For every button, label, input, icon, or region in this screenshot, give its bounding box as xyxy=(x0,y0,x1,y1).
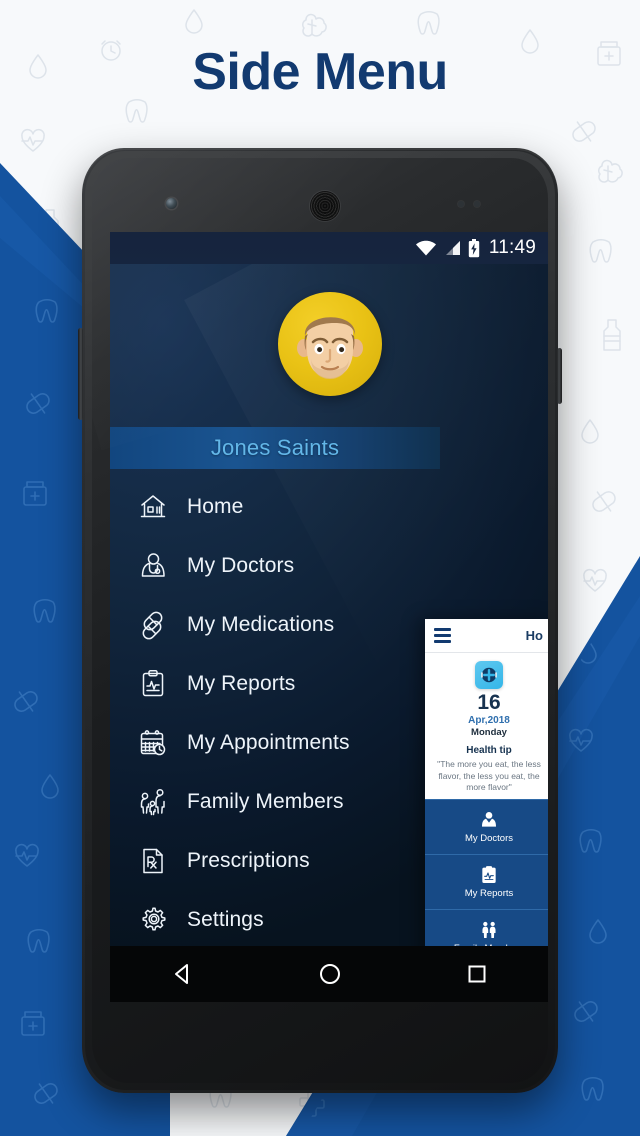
status-bar: 11:49 xyxy=(110,232,548,264)
user-name: Jones Saints xyxy=(210,435,340,460)
preview-app-bar: Ho xyxy=(425,619,548,653)
home-circle-icon[interactable] xyxy=(307,951,353,997)
preview-day-number: 16 xyxy=(477,691,501,714)
family-icon xyxy=(138,787,168,817)
doctor-icon xyxy=(479,810,499,830)
menu-item-label: Home xyxy=(187,494,244,518)
menu-item-label: My Appointments xyxy=(187,730,350,754)
gear-icon xyxy=(138,905,168,935)
wifi-icon xyxy=(415,240,437,256)
menu-item-home[interactable]: Home xyxy=(110,477,548,536)
avatar[interactable] xyxy=(278,292,382,396)
preview-tip-text: "The more you eat, the less flavor, the … xyxy=(437,759,541,792)
avatar-face-icon xyxy=(297,317,363,379)
clipboard-chart-icon xyxy=(138,669,168,699)
prescription-rx-icon xyxy=(138,846,168,876)
preview-card-body: 16 Apr,2018 Monday Health tip "The more … xyxy=(425,653,548,800)
front-camera-icon xyxy=(166,198,177,209)
preview-weekday: Monday xyxy=(471,727,507,739)
status-bar-time: 11:49 xyxy=(488,237,536,258)
capsule-pills-icon xyxy=(138,610,168,640)
preview-tip-heading: Health tip xyxy=(466,745,512,757)
preview-tile-my-reports[interactable]: My Reports xyxy=(425,854,548,910)
page-title: Side Menu xyxy=(192,43,448,101)
phone-mockup: 11:49 Jones Saints Home My Doctors My Me… xyxy=(78,148,562,1093)
preview-app-title: Ho xyxy=(525,628,543,643)
volume-rocker-button[interactable] xyxy=(78,328,83,420)
phone-glass: 11:49 Jones Saints Home My Doctors My Me… xyxy=(92,158,548,1083)
battery-charging-icon xyxy=(468,238,480,258)
menu-item-label: Family Members xyxy=(187,789,344,813)
menu-item-label: My Medications xyxy=(187,612,335,636)
calendar-clock-icon xyxy=(138,728,168,758)
clipboard-chart-icon xyxy=(479,865,499,885)
recents-square-icon[interactable] xyxy=(454,951,500,997)
menu-item-my-doctors[interactable]: My Doctors xyxy=(110,536,548,595)
hamburger-menu-icon[interactable] xyxy=(434,628,451,643)
medical-cross-icon xyxy=(475,661,503,689)
light-sensor-icon xyxy=(474,201,480,207)
menu-item-label: Prescriptions xyxy=(187,848,310,872)
menu-item-label: My Doctors xyxy=(187,553,295,577)
phone-bezel: 11:49 Jones Saints Home My Doctors My Me… xyxy=(85,151,555,1090)
menu-item-label: Settings xyxy=(187,907,264,931)
preview-month-year: Apr,2018 xyxy=(468,715,510,727)
preview-tile-my-doctors[interactable]: My Doctors xyxy=(425,799,548,855)
family-icon xyxy=(479,920,499,940)
power-button[interactable] xyxy=(557,348,562,404)
back-triangle-icon[interactable] xyxy=(160,951,206,997)
preview-tile-label: My Doctors xyxy=(464,833,514,845)
preview-tile-label: My Reports xyxy=(464,888,514,900)
avatar-wrapper xyxy=(110,292,548,396)
doctor-icon xyxy=(138,551,168,581)
android-nav-bar xyxy=(110,946,548,1002)
user-name-bar: Jones Saints xyxy=(110,427,440,469)
home-icon xyxy=(138,492,168,522)
navigation-drawer: Jones Saints Home My Doctors My Medicati… xyxy=(110,264,548,1002)
cellular-signal-icon xyxy=(444,240,461,256)
phone-screen: 11:49 Jones Saints Home My Doctors My Me… xyxy=(110,232,548,1002)
preview-card[interactable]: Ho 16 Apr,2018 Monday Health tip "The mo… xyxy=(425,619,548,957)
menu-item-label: My Reports xyxy=(187,671,296,695)
proximity-sensor-icon xyxy=(458,201,464,207)
earpiece-speaker-icon xyxy=(310,191,340,221)
